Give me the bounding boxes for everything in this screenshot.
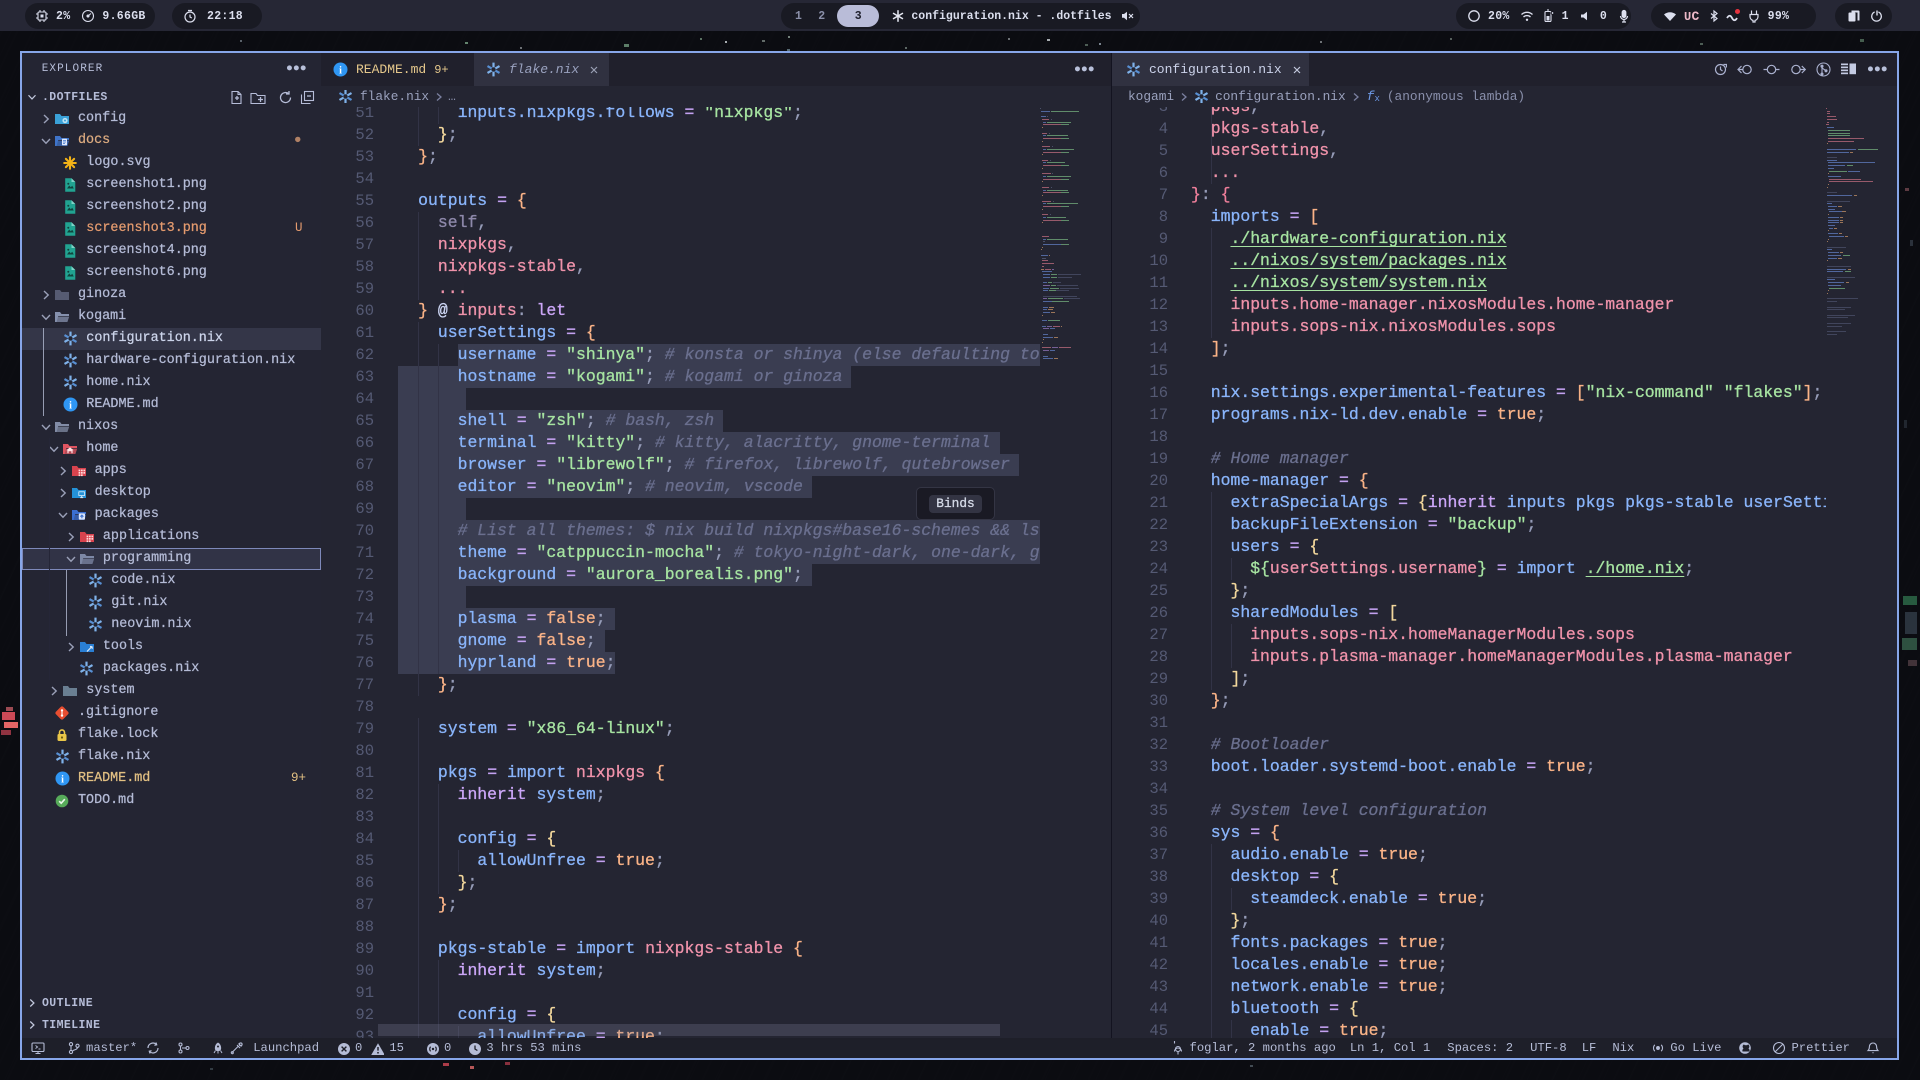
svg-text:i: i	[339, 65, 342, 76]
svg-text:i: i	[61, 774, 64, 785]
svg-text:i: i	[69, 400, 72, 411]
